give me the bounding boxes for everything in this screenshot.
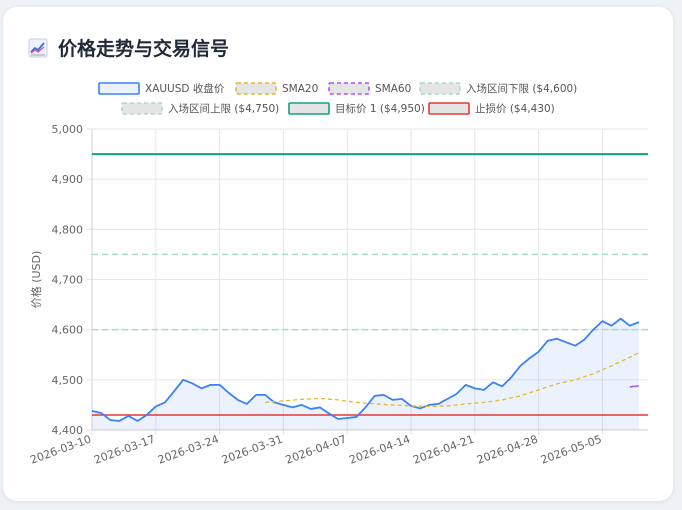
legend-price: XAUUSD 收盘价 — [98, 82, 225, 95]
x-tick-label: 2026-03-17 — [92, 433, 157, 467]
legend-swatch — [328, 82, 370, 95]
x-tick-label: 2026-03-10 — [28, 433, 93, 467]
legend-swatch — [98, 82, 140, 95]
x-tick-label: 2026-04-21 — [411, 433, 476, 467]
x-tick-label: 2026-03-31 — [220, 433, 285, 467]
legend-swatch — [288, 102, 330, 115]
x-tick-label: 2026-03-24 — [156, 433, 221, 467]
legend-entry-lower: 入场区间下限 ($4,600) — [419, 82, 577, 95]
legend-label: SMA60 — [375, 83, 411, 95]
x-tick-label: 2026-05-05 — [539, 433, 604, 467]
legend-label: SMA20 — [282, 83, 318, 95]
legend-label: 入场区间下限 ($4,600) — [466, 82, 577, 95]
y-tick-label: 5,000 — [52, 123, 84, 136]
y-tick-label: 4,400 — [52, 424, 84, 437]
legend-target: 目标价 1 ($4,950) — [288, 102, 425, 115]
legend-swatch — [419, 82, 461, 95]
x-tick-label: 2026-04-14 — [348, 433, 413, 467]
legend-swatch — [121, 102, 163, 115]
legend-swatch — [428, 102, 470, 115]
price-area — [92, 318, 639, 430]
y-tick-label: 4,700 — [52, 274, 84, 287]
y-tick-label: 4,900 — [52, 173, 84, 186]
legend-sma60: SMA60 — [328, 82, 411, 95]
legend-entry-upper: 入场区间上限 ($4,750) — [121, 102, 279, 115]
sma60-line — [629, 385, 639, 388]
y-tick-label: 4,600 — [52, 324, 84, 337]
legend-sma20: SMA20 — [235, 82, 318, 95]
y-tick-label: 4,800 — [52, 223, 84, 236]
x-tick-label: 2026-04-07 — [284, 433, 349, 467]
legend-label: 入场区间上限 ($4,750) — [168, 102, 279, 115]
legend-label: XAUUSD 收盘价 — [145, 82, 225, 95]
price-area-fill — [92, 318, 639, 430]
price-chart: 5,0004,9004,8004,7004,6004,5004,4002026-… — [28, 82, 648, 467]
legend-label: 目标价 1 ($4,950) — [335, 103, 425, 115]
legend-stop-loss: 止损价 ($4,430) — [428, 102, 555, 115]
legend-label: 止损价 ($4,430) — [475, 102, 555, 115]
legend: XAUUSD 收盘价 SMA20 SMA60 入场区间下限 ($4,600) 入场区间上… — [98, 82, 577, 115]
y-axis-label: 价格 (USD) — [29, 251, 43, 309]
y-tick-label: 4,500 — [52, 374, 84, 387]
x-tick-label: 2026-04-28 — [475, 433, 540, 467]
legend-swatch — [235, 82, 277, 95]
